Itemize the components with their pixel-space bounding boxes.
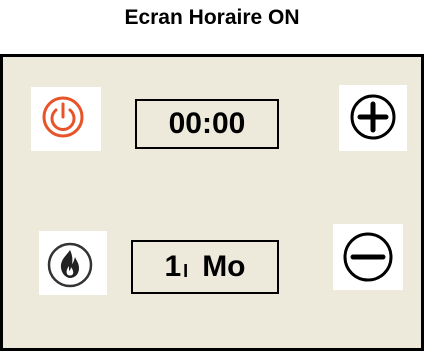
program-day: Mo [202,250,246,283]
program-separator: I [183,260,189,281]
minus-button[interactable] [333,224,403,290]
plus-button[interactable] [339,85,407,151]
flame-button[interactable] [39,231,107,295]
power-icon [42,96,84,138]
flame-icon [47,242,93,288]
power-button[interactable] [31,87,101,151]
plus-icon [350,94,396,140]
control-panel: 00:00 1 I Mo [0,54,424,351]
timer-on-screen: Ecran Horaire ON 00:00 1 I Mo [0,0,424,351]
program-display: 1 I Mo [131,240,279,294]
minus-icon [343,232,393,282]
program-number: 1 [164,250,182,283]
time-display: 00:00 [135,99,279,149]
screen-title: Ecran Horaire ON [124,6,300,29]
